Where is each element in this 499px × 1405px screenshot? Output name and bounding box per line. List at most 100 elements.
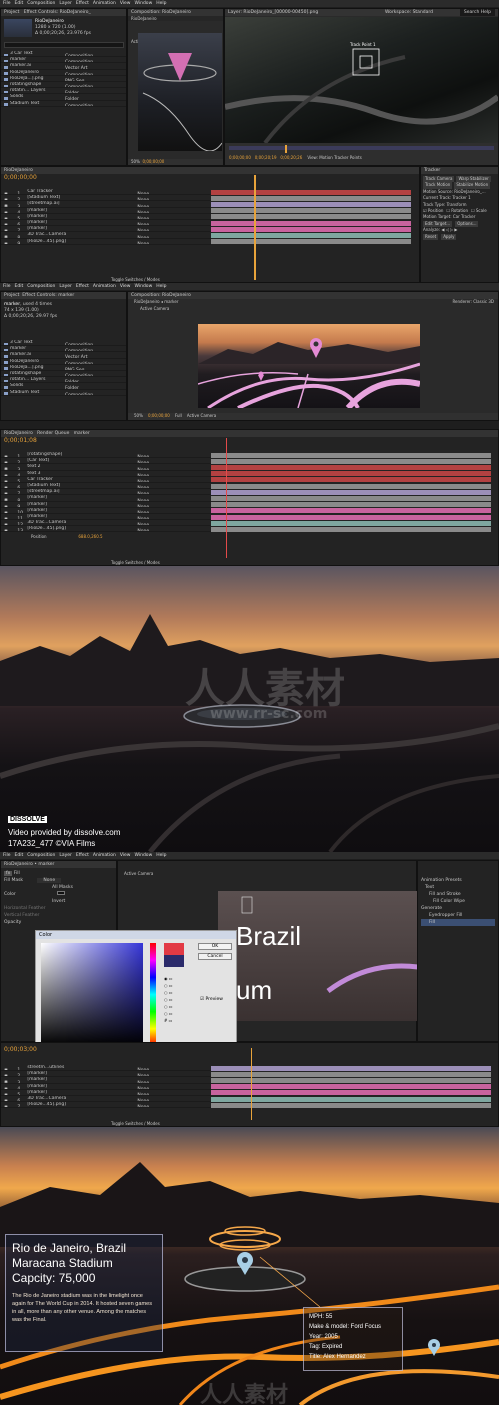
menu-item[interactable]: Animation — [93, 284, 116, 289]
layer-duration-bar[interactable] — [211, 477, 491, 483]
menu-item[interactable]: Layer — [59, 1, 72, 6]
layer-name[interactable]: [RioDe...45].png] — [27, 526, 117, 531]
parent-select[interactable]: None — [137, 1105, 149, 1107]
layer-duration-bar[interactable] — [211, 1078, 491, 1083]
layer-duration-bar[interactable] — [211, 214, 411, 220]
parent-select[interactable]: None — [137, 529, 149, 531]
menu-item[interactable]: Animation — [93, 853, 116, 858]
timeline-playhead[interactable] — [254, 175, 256, 280]
layer-duration-bar[interactable] — [211, 1071, 491, 1077]
layer-duration-bar[interactable] — [211, 233, 411, 238]
breadcrumb-riodejaneiro[interactable]: RioDeJaneiro — [134, 299, 160, 304]
layer-duration-bar[interactable] — [211, 1065, 491, 1071]
search-help-input[interactable]: Search Help — [459, 9, 495, 16]
layer-duration-bar[interactable] — [211, 489, 491, 495]
layer-duration-bar[interactable] — [211, 239, 411, 245]
menu-item[interactable]: Window — [135, 853, 153, 858]
renderer-select-2[interactable]: Classic 3D — [473, 299, 494, 304]
menu-item[interactable]: Help — [156, 284, 166, 289]
project-item[interactable]: Stadium Text Composition — [1, 101, 126, 107]
layer-viewer-time-ruler[interactable] — [229, 146, 494, 150]
comp-timecode[interactable]: 0;00;00;00 — [142, 159, 164, 164]
workspace-select[interactable]: Standard — [413, 10, 433, 15]
breadcrumb-marker[interactable]: marker — [164, 299, 178, 304]
layer-duration-bar[interactable] — [211, 508, 491, 514]
timeline-timecode-4[interactable]: 0;00;03;00 — [1, 1043, 498, 1057]
timeline-playhead-2[interactable] — [226, 438, 227, 558]
effect-controls-tab[interactable]: Effect Controls: RioDeJaneiro_ — [24, 10, 91, 15]
timeline-timecode[interactable]: 0;00;00;00 — [1, 174, 419, 184]
layer-duration-bar[interactable] — [211, 452, 491, 458]
project-tab[interactable]: Project — [4, 10, 19, 15]
tracker-tab[interactable]: Tracker — [421, 167, 498, 174]
preview-checkbox[interactable]: ☑ Preview — [200, 997, 223, 1002]
layer-timecode-out[interactable]: 0;00;20;19 — [255, 155, 277, 160]
menu-item[interactable]: File — [3, 284, 11, 289]
effect-controls-tab-2[interactable]: Effect Controls: marker — [22, 293, 74, 298]
menu-item[interactable]: Edit — [15, 284, 24, 289]
layer-duration-bar[interactable] — [211, 496, 491, 501]
analyze-buttons[interactable]: ◀ ◁ ▷ ▶ — [441, 227, 457, 232]
color-value-fields[interactable]: ◉ ▭ ○ ▭ ○ ▭ ○ ▭ ○ ▭ ○ ▭ # ▭ — [164, 975, 194, 1024]
quality-select-2[interactable]: Full — [175, 413, 182, 418]
project-search-input[interactable] — [4, 42, 124, 48]
menu-item[interactable]: Effect — [76, 284, 89, 289]
menu-item[interactable]: Composition — [27, 284, 55, 289]
text-folder[interactable]: Text — [421, 884, 495, 891]
timeline-tab[interactable]: RioDeJaneiro — [1, 167, 419, 174]
current-track-select[interactable]: Tracker 1 — [452, 195, 470, 200]
layer-duration-bar[interactable] — [211, 502, 491, 508]
layer-duration-bar[interactable] — [211, 1102, 491, 1108]
menu-item[interactable]: Composition — [27, 853, 55, 858]
options-button[interactable]: Options... — [455, 220, 479, 228]
view-select[interactable]: Motion Tracker Points — [319, 155, 362, 160]
menu-item[interactable]: Layer — [59, 284, 72, 289]
layer-row[interactable]: ◉ 9 [RioDe...45].png] None — [1, 239, 211, 245]
layer-duration-bar[interactable] — [211, 483, 491, 489]
layer-duration-bar[interactable] — [211, 202, 411, 207]
layer-duration-bar[interactable] — [211, 1090, 491, 1096]
fill-color-wipe-item[interactable]: Fill Color Wipe — [421, 898, 495, 905]
menu-item[interactable]: Animation — [93, 1, 116, 6]
menu-item[interactable]: Layer — [59, 853, 72, 858]
menu-item[interactable]: View — [120, 1, 131, 6]
project-panel-header[interactable]: Project Effect Controls: RioDeJaneiro_ — [1, 9, 126, 16]
ok-button[interactable]: OK — [198, 943, 232, 950]
layer-playhead[interactable] — [285, 145, 287, 153]
reset-button[interactable]: Reset — [423, 233, 439, 241]
invert-checkbox[interactable]: Invert — [52, 899, 65, 904]
fill-effect-item[interactable]: Fill — [421, 919, 495, 926]
layer-duration-bar[interactable] — [211, 189, 411, 195]
layer-name[interactable]: [RioDe...45].png] — [27, 1102, 117, 1107]
layer-duration-bar[interactable] — [211, 527, 491, 532]
menu-item[interactable]: Window — [135, 284, 153, 289]
zoom-select[interactable]: 50% — [131, 159, 140, 164]
toggle-switches-modes[interactable]: Toggle Switches / Modes — [111, 277, 160, 282]
menu-item[interactable]: Composition — [27, 1, 55, 6]
comp-timecode-2[interactable]: 0;00;00;00 — [148, 413, 170, 418]
layer-duration-bar[interactable] — [211, 195, 411, 201]
zoom-select-2[interactable]: 50% — [134, 413, 143, 418]
track-type-select[interactable]: Transform — [447, 202, 467, 207]
layer-duration-bar[interactable] — [211, 226, 411, 232]
toggle-switches-modes-2[interactable]: Toggle Switches / Modes — [111, 560, 160, 565]
menu-item[interactable]: Edit — [15, 1, 24, 6]
fill-and-stroke-folder[interactable]: Fill and Stroke — [421, 891, 495, 898]
toggle-switches-modes-4[interactable]: Toggle Switches / Modes — [111, 1121, 160, 1126]
menu-item[interactable]: Edit — [15, 853, 24, 858]
layer-timecode-in[interactable]: 0;00;00;00 — [229, 155, 251, 160]
menu-item[interactable]: Help — [156, 1, 166, 6]
color-field[interactable] — [41, 943, 143, 1046]
cancel-button[interactable]: Cancel — [198, 953, 232, 960]
fill-mask-select[interactable]: None — [37, 878, 62, 883]
timeline-tab-render-queue[interactable]: Render Queue — [37, 431, 69, 436]
timeline-playhead-4[interactable] — [251, 1048, 252, 1120]
layer-row[interactable]: ◉ 7 [RioDe...45].png] None — [1, 1102, 211, 1109]
composition-tab-2[interactable]: Composition: RioDeJaneiro — [128, 292, 498, 299]
camera-select-2[interactable]: Active Camera — [187, 413, 216, 418]
eyedropper-fill-item[interactable]: Eyedropper Fill — [421, 912, 495, 919]
visibility-eye-icon[interactable]: ◉ — [4, 529, 8, 531]
layer-duration-bar[interactable] — [211, 465, 491, 470]
fill-effect-header[interactable]: fx Fill — [4, 870, 113, 877]
layer-duration-bar[interactable] — [211, 1096, 491, 1102]
